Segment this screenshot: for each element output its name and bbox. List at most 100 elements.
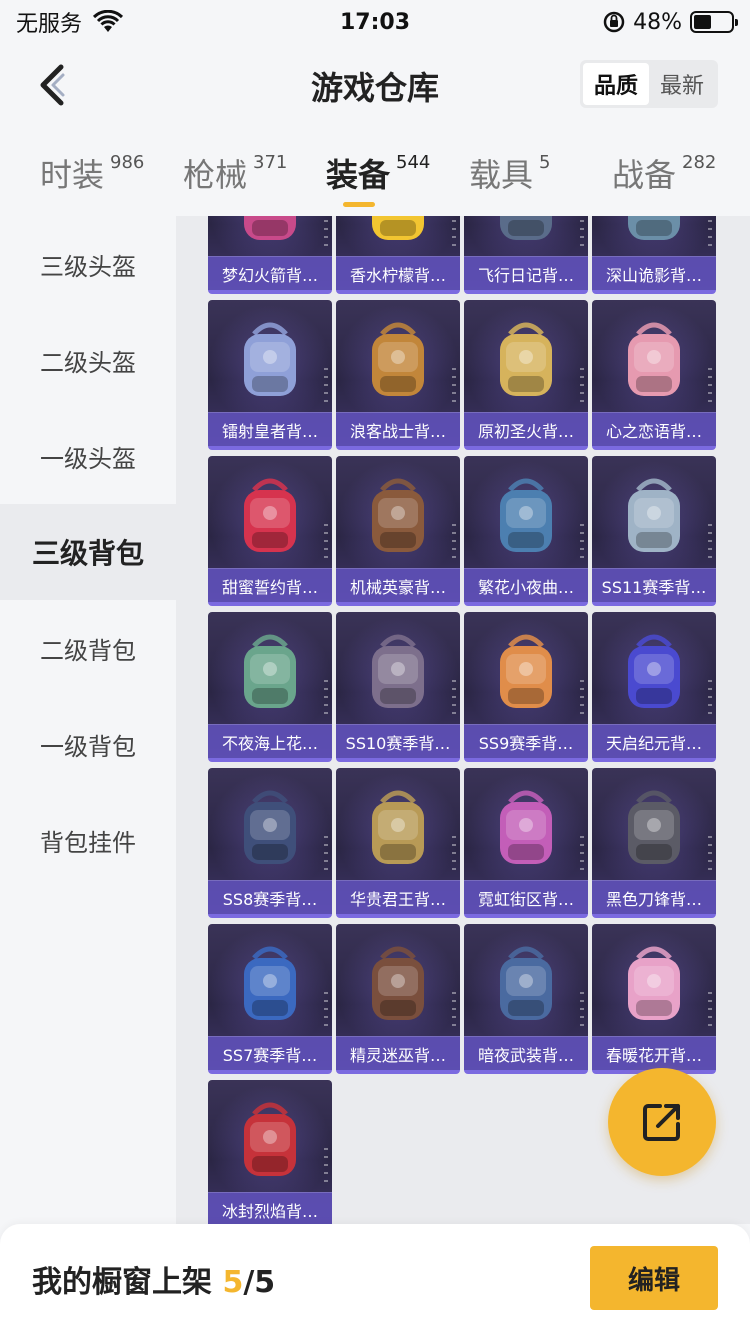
backpack-card[interactable]: 冰封烈焰背… (208, 1080, 332, 1224)
backpack-card[interactable]: 春暖花开背… (592, 924, 716, 1074)
subcategory-sidebar: 三级头盔 二级头盔 一级头盔 三级背包 二级背包 一级背包 背包挂件 (0, 216, 176, 1224)
backpack-thumbnail (500, 790, 552, 864)
backpack-card[interactable]: 霓虹街区背… (464, 768, 588, 918)
backpack-thumbnail (628, 946, 680, 1020)
sidebar-item-level2-backpack[interactable]: 二级背包 (0, 600, 176, 696)
backpack-name: 香水柠檬背… (336, 256, 460, 290)
backpack-name: 心之恋语背… (592, 412, 716, 446)
backpack-card[interactable]: 原初圣火背… (464, 300, 588, 450)
sidebar-item-level3-backpack[interactable]: 三级背包 (0, 504, 176, 600)
sidebar-item-level3-helmet[interactable]: 三级头盔 (0, 216, 176, 312)
backpack-thumbnail (244, 790, 296, 864)
card-decoration (324, 216, 328, 252)
backpack-thumbnail (244, 946, 296, 1020)
tab-label: 载具 (469, 156, 534, 194)
backpack-card[interactable]: 华贵君王背… (336, 768, 460, 918)
backpack-card[interactable]: SS9赛季背… (464, 612, 588, 762)
tab-count: 5 (539, 152, 551, 173)
backpack-card[interactable]: SS10赛季背… (336, 612, 460, 762)
sidebar-item-level2-helmet[interactable]: 二级头盔 (0, 312, 176, 408)
backpack-card[interactable]: 暗夜武装背… (464, 924, 588, 1074)
sort-option-quality[interactable]: 品质 (583, 63, 649, 105)
backpack-name: 飞行日记背… (464, 256, 588, 290)
backpack-card[interactable]: SS8赛季背… (208, 768, 332, 918)
backpack-name: 浪客战士背… (336, 412, 460, 446)
backpack-name: 霓虹街区背… (464, 880, 588, 914)
backpack-thumbnail (500, 946, 552, 1020)
backpack-card[interactable]: 天启纪元背… (592, 612, 716, 762)
backpack-card[interactable]: 甜蜜誓约背… (208, 456, 332, 606)
backpack-thumbnail (628, 478, 680, 552)
card-decoration (452, 680, 456, 720)
backpack-name: 镭射皇者背… (208, 412, 332, 446)
backpack-thumbnail (500, 322, 552, 396)
backpack-card[interactable]: 深山诡影背… (592, 216, 716, 294)
backpack-card[interactable]: SS11赛季背… (592, 456, 716, 606)
backpack-card[interactable]: 机械英豪背… (336, 456, 460, 606)
backpack-name: 精灵迷巫背… (336, 1036, 460, 1070)
card-decoration (452, 836, 456, 876)
tab-vehicles[interactable]: 载具 5 (469, 150, 550, 196)
tab-label: 装备 (326, 156, 391, 194)
backpack-card[interactable]: 梦幻火箭背… (208, 216, 332, 294)
backpack-thumbnail (500, 478, 552, 552)
backpack-card[interactable]: 镭射皇者背… (208, 300, 332, 450)
card-decoration (324, 368, 328, 408)
backpack-card[interactable]: 飞行日记背… (464, 216, 588, 294)
back-button[interactable] (30, 60, 74, 110)
nav-bar: 游戏仓库 品质 最新 (0, 44, 750, 128)
backpack-thumbnail (628, 216, 680, 240)
tab-combat-gear[interactable]: 战备 282 (612, 150, 716, 196)
backpack-name: 华贵君王背… (336, 880, 460, 914)
backpack-card[interactable]: SS7赛季背… (208, 924, 332, 1074)
card-decoration (580, 216, 584, 252)
backpack-thumbnail (372, 322, 424, 396)
backpack-name: 梦幻火箭背… (208, 256, 332, 290)
edit-button[interactable]: 编辑 (590, 1246, 718, 1310)
carrier-label: 无服务 (16, 12, 83, 37)
tab-outfit[interactable]: 时装 986 (40, 150, 144, 196)
card-decoration (708, 992, 712, 1032)
backpack-thumbnail (372, 946, 424, 1020)
tab-count: 371 (253, 152, 288, 173)
share-icon (643, 1104, 680, 1141)
backpack-card[interactable]: 浪客战士背… (336, 300, 460, 450)
card-decoration (708, 680, 712, 720)
backpack-thumbnail (628, 634, 680, 708)
battery-percent: 48% (633, 9, 682, 35)
backpack-card[interactable]: 繁花小夜曲… (464, 456, 588, 606)
backpack-name: 不夜海上花… (208, 724, 332, 758)
backpack-name: 甜蜜誓约背… (208, 568, 332, 602)
sidebar-item-level1-helmet[interactable]: 一级头盔 (0, 408, 176, 504)
backpack-card[interactable]: 心之恋语背… (592, 300, 716, 450)
backpack-thumbnail (628, 790, 680, 864)
backpack-card[interactable]: 精灵迷巫背… (336, 924, 460, 1074)
showcase-status: 我的橱窗上架 5/5 (32, 1257, 275, 1301)
backpack-card[interactable]: 香水柠檬背… (336, 216, 460, 294)
sidebar-item-level1-backpack[interactable]: 一级背包 (0, 696, 176, 792)
backpack-card[interactable]: 不夜海上花… (208, 612, 332, 762)
tab-equipment[interactable]: 装备 544 (326, 150, 430, 196)
backpack-thumbnail (244, 478, 296, 552)
tab-label: 枪械 (183, 156, 248, 194)
tab-guns[interactable]: 枪械 371 (183, 150, 287, 196)
backpack-thumbnail (628, 322, 680, 396)
backpack-name: SS11赛季背… (592, 568, 716, 602)
orientation-lock-icon (603, 11, 625, 33)
backpack-name: 冰封烈焰背… (208, 1192, 332, 1224)
backpack-name: 暗夜武装背… (464, 1036, 588, 1070)
backpack-thumbnail (372, 478, 424, 552)
sort-toggle: 品质 最新 (580, 60, 718, 108)
backpack-thumbnail (500, 634, 552, 708)
backpack-name: SS9赛季背… (464, 724, 588, 758)
card-decoration (580, 836, 584, 876)
category-tabs: 时装 986 枪械 371 装备 544 载具 5 战备 282 (0, 128, 750, 216)
card-decoration (452, 216, 456, 252)
backpack-card[interactable]: 黑色刀锋背… (592, 768, 716, 918)
sort-option-newest[interactable]: 最新 (649, 63, 715, 105)
card-decoration (580, 992, 584, 1032)
share-button[interactable] (608, 1068, 716, 1176)
sidebar-item-backpack-charm[interactable]: 背包挂件 (0, 792, 176, 888)
card-decoration (708, 524, 712, 564)
card-decoration (580, 680, 584, 720)
